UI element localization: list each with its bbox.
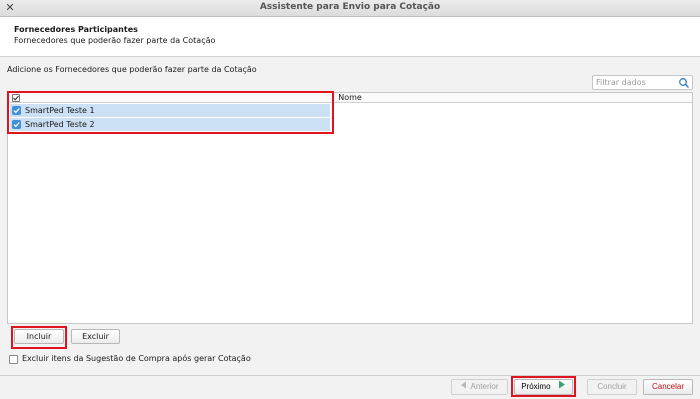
step-title: Fornecedores Participantes — [14, 25, 138, 34]
step-subtitle: Fornecedores que poderão fazer parte da … — [14, 36, 216, 45]
finish-button[interactable]: Concluir — [587, 379, 637, 395]
previous-label: Anterior — [470, 382, 499, 392]
highlight-box-rows — [7, 91, 334, 134]
cancel-button[interactable]: Cancelar — [643, 379, 693, 395]
previous-button[interactable]: Anterior — [451, 379, 508, 395]
arrow-left-icon — [460, 380, 467, 394]
highlight-box-include — [11, 326, 67, 349]
instruction-text: Adicione os Fornecedores que poderão faz… — [7, 65, 257, 74]
filter-input[interactable] — [596, 77, 678, 88]
search-icon[interactable] — [678, 77, 690, 89]
exclude-button[interactable]: Excluir — [71, 329, 120, 344]
filter-field[interactable] — [592, 75, 693, 90]
wizard-footer: Anterior Próximo Concluir Cancelar — [0, 375, 700, 399]
window-title: Assistente para Envio para Cotação — [259, 2, 441, 12]
wizard-header: Fornecedores Participantes Fornecedores … — [0, 17, 700, 57]
exclude-suggestion-checkbox[interactable] — [9, 355, 18, 364]
exclude-suggestion-label: Excluir itens da Sugestão de Compra após… — [22, 354, 251, 363]
highlight-box-next — [511, 376, 576, 397]
window-titlebar: ✕ Assistente para Envio para Cotação — [0, 0, 700, 17]
